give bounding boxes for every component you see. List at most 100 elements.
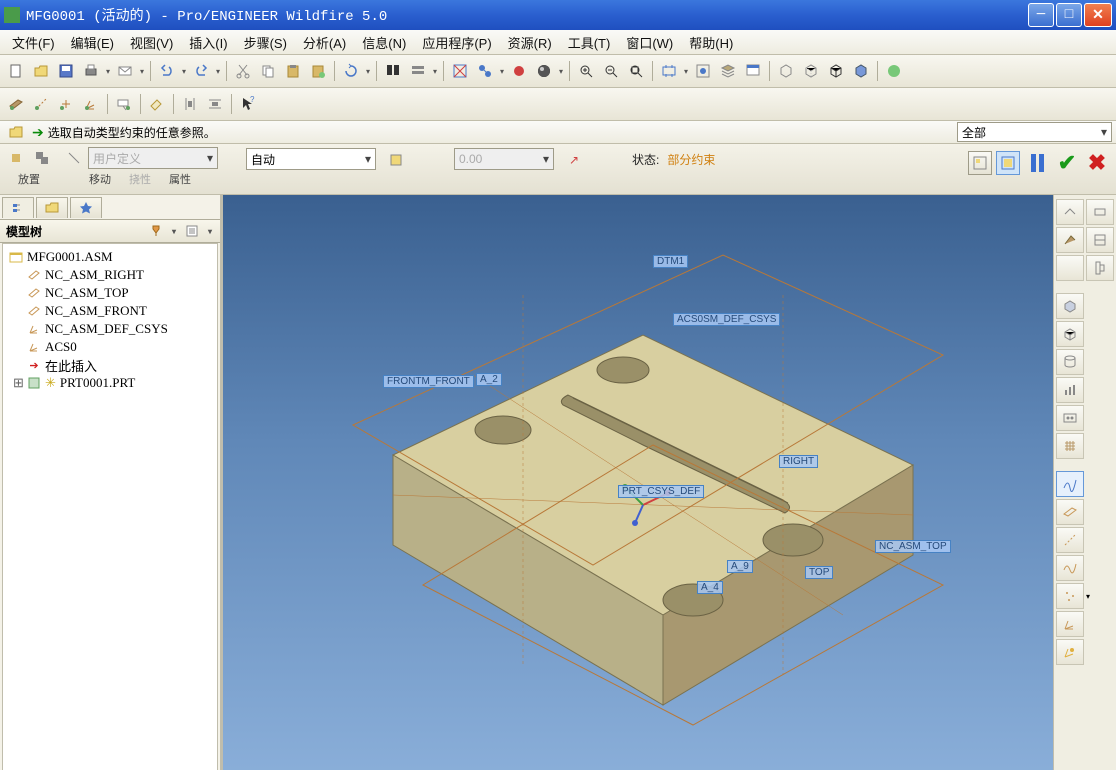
rt-axis-icon[interactable]: [1056, 527, 1084, 553]
menu-analysis[interactable]: 分析(A): [297, 31, 352, 54]
sketch-button[interactable]: [145, 92, 169, 116]
tree-item-front[interactable]: NC_ASM_FRONT: [5, 302, 215, 320]
datum-point-toggle[interactable]: [54, 92, 78, 116]
menu-res[interactable]: 资源(R): [502, 31, 558, 54]
orient-dropdown[interactable]: ▾: [498, 67, 506, 76]
redo-dropdown[interactable]: ▾: [214, 67, 222, 76]
rt-chart-icon[interactable]: [1056, 377, 1084, 403]
menu-info[interactable]: 信息(N): [356, 31, 412, 54]
appearance-button[interactable]: [507, 59, 531, 83]
paste-special-button[interactable]: [306, 59, 330, 83]
print-dropdown[interactable]: ▾: [104, 67, 112, 76]
rt-point-icon[interactable]: [1056, 583, 1084, 609]
flip-dir-icon[interactable]: ↗: [562, 148, 586, 172]
select-dropdown[interactable]: ▾: [431, 67, 439, 76]
rt-cube-icon[interactable]: [1056, 293, 1084, 319]
tree-item-insert[interactable]: ➔在此插入: [5, 356, 215, 374]
saved-view-button[interactable]: [691, 59, 715, 83]
rt-btn-5[interactable]: [1056, 255, 1084, 281]
align-v-button[interactable]: [178, 92, 202, 116]
menu-app[interactable]: 应用程序(P): [416, 31, 497, 54]
menu-edit[interactable]: 编辑(E): [65, 31, 120, 54]
redo-button[interactable]: [189, 59, 213, 83]
copy-button[interactable]: [256, 59, 280, 83]
user-define-combo[interactable]: 用户定义: [88, 147, 218, 169]
nohidden-button[interactable]: [824, 59, 848, 83]
rt-btn-1[interactable]: [1056, 199, 1084, 225]
datum-axis-toggle[interactable]: [29, 92, 53, 116]
menu-window[interactable]: 窗口(W): [620, 31, 679, 54]
undo-button[interactable]: [155, 59, 179, 83]
close-button[interactable]: ✕: [1084, 3, 1112, 27]
viewport-3d[interactable]: DTM1 ACS0SM_DEF_CSYS RIGHT TOP NC_ASM_TO…: [223, 195, 1054, 770]
tree-root[interactable]: MFG0001.ASM: [5, 248, 215, 266]
dash-place-label[interactable]: 放置: [18, 171, 40, 187]
regen-button[interactable]: [339, 59, 363, 83]
find-button[interactable]: [381, 59, 405, 83]
tree-settings-icon[interactable]: [144, 219, 168, 243]
rt-btn-2[interactable]: [1086, 199, 1114, 225]
dash-win1-button[interactable]: [968, 151, 992, 175]
save-button[interactable]: [54, 59, 78, 83]
layer-button[interactable]: [716, 59, 740, 83]
view-mgr-button[interactable]: [741, 59, 765, 83]
offset-combo[interactable]: 0.00: [454, 148, 554, 170]
rt-btn-6[interactable]: [1086, 255, 1114, 281]
wireframe-button[interactable]: [774, 59, 798, 83]
new-button[interactable]: [4, 59, 28, 83]
zoom-in-button[interactable]: [574, 59, 598, 83]
cut-button[interactable]: [231, 59, 255, 83]
nav-tab-model[interactable]: [2, 197, 34, 218]
rt-box-icon[interactable]: [1056, 321, 1084, 347]
cancel-button[interactable]: ✖: [1084, 150, 1110, 176]
rt-holes-icon[interactable]: [1056, 405, 1084, 431]
pause-button[interactable]: [1024, 150, 1050, 176]
tree-item-top[interactable]: NC_ASM_TOP: [5, 284, 215, 302]
shaded-button[interactable]: [849, 59, 873, 83]
help-cursor-button[interactable]: ?: [236, 92, 260, 116]
rt-curve-icon[interactable]: [1056, 471, 1084, 497]
undo-dropdown[interactable]: ▾: [180, 67, 188, 76]
dash-attr-label[interactable]: 属性: [169, 171, 191, 187]
menu-tools[interactable]: 工具(T): [562, 31, 617, 54]
maximize-button[interactable]: □: [1056, 3, 1082, 27]
shading-dropdown[interactable]: ▾: [557, 67, 565, 76]
tree-item-acs0[interactable]: ACS0: [5, 338, 215, 356]
orient-button[interactable]: [473, 59, 497, 83]
tree-item-right[interactable]: NC_ASM_RIGHT: [5, 266, 215, 284]
email-button[interactable]: [113, 59, 137, 83]
msg-icon-button[interactable]: [4, 120, 28, 144]
rt-mcs-icon[interactable]: [1056, 639, 1084, 665]
dash-win2-button[interactable]: [996, 151, 1020, 175]
rt-btn-3[interactable]: [1056, 227, 1084, 253]
tree-item-part[interactable]: ⊞ ✳ PRT0001.PRT: [5, 374, 215, 392]
annot-toggle[interactable]: [112, 92, 136, 116]
rt-btn-4[interactable]: [1086, 227, 1114, 253]
rt-cyl-icon[interactable]: [1056, 349, 1084, 375]
dash-move-icon[interactable]: [62, 146, 86, 170]
datum-plane-toggle[interactable]: [4, 92, 28, 116]
rt-plane-icon[interactable]: [1056, 499, 1084, 525]
expand-icon[interactable]: ⊞: [13, 376, 23, 391]
nav-tab-fav[interactable]: [70, 197, 102, 218]
zoom-out-button[interactable]: [599, 59, 623, 83]
email-dropdown[interactable]: ▾: [138, 67, 146, 76]
select-button[interactable]: [406, 59, 430, 83]
auto-combo[interactable]: 自动: [246, 148, 376, 170]
menu-file[interactable]: 文件(F): [6, 31, 61, 54]
hidden-button[interactable]: [799, 59, 823, 83]
ok-button[interactable]: ✔: [1054, 150, 1080, 176]
flip-icon[interactable]: [384, 148, 408, 172]
minimize-button[interactable]: ─: [1028, 3, 1054, 27]
menu-insert[interactable]: 插入(I): [183, 31, 233, 54]
model-tree[interactable]: MFG0001.ASM NC_ASM_RIGHT NC_ASM_TOP NC_A…: [2, 243, 218, 770]
refit-button[interactable]: [657, 59, 681, 83]
regen-dropdown[interactable]: ▾: [364, 67, 372, 76]
menu-view[interactable]: 视图(V): [124, 31, 179, 54]
open-button[interactable]: [29, 59, 53, 83]
print-button[interactable]: [79, 59, 103, 83]
rt-csys-icon[interactable]: [1056, 611, 1084, 637]
datum-csys-toggle[interactable]: [79, 92, 103, 116]
refit-dropdown[interactable]: ▾: [682, 67, 690, 76]
dash-move-label[interactable]: 移动: [89, 171, 111, 187]
